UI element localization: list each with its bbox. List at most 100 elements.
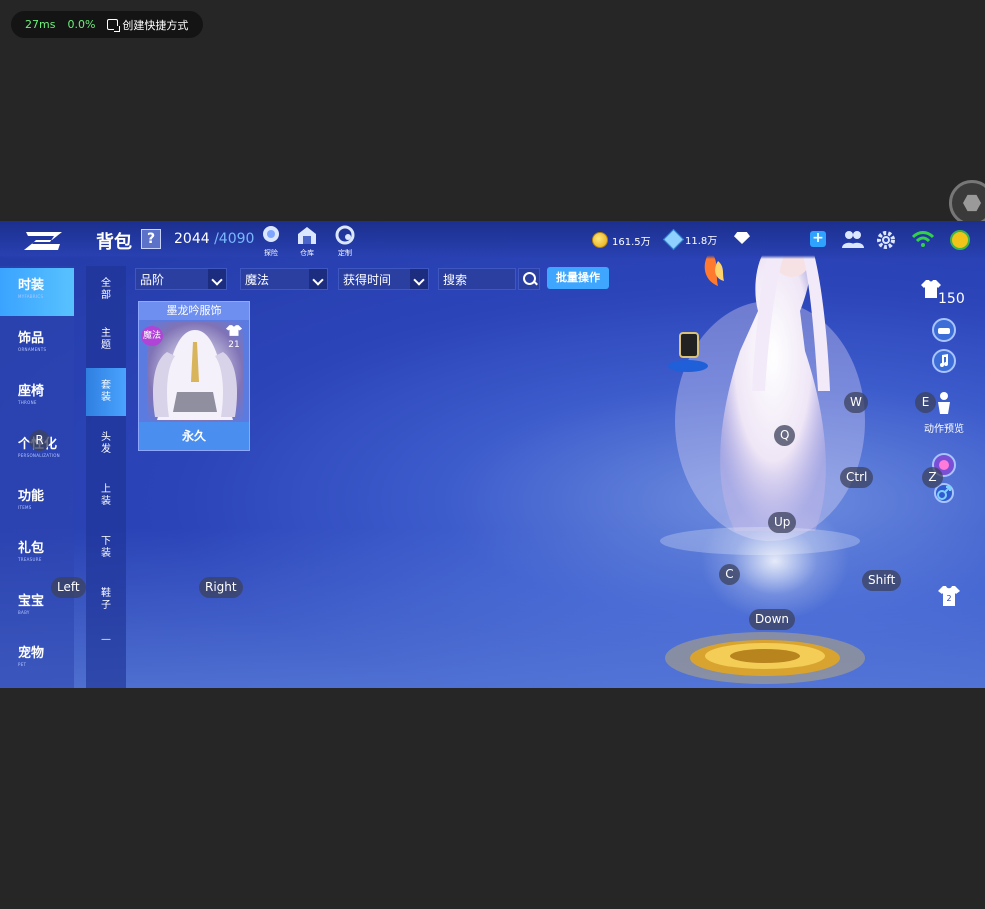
screen: { "overlay": { "latency": "27ms", "packe… — [0, 0, 985, 909]
wardrobe-count[interactable]: 150 — [920, 279, 968, 309]
item-type-badge: 魔法 — [141, 326, 163, 346]
key-w-chip[interactable]: W — [844, 392, 868, 413]
music-note-icon — [940, 354, 948, 367]
sidebar-item-sublabel: PET — [18, 662, 27, 667]
key-down-chip[interactable]: Down — [749, 609, 796, 630]
search-input[interactable]: 搜索 — [438, 268, 516, 290]
sidebar-item-label: 功能 — [18, 489, 45, 504]
tab-label: 下装 — [101, 536, 111, 559]
item-card[interactable]: 墨龙吟服饰 魔法 21 永久 — [138, 301, 250, 451]
key-up-chip[interactable]: Up — [768, 512, 797, 533]
chevron-down-icon — [208, 269, 226, 289]
car-icon — [938, 328, 950, 334]
tab-more[interactable]: — — [86, 616, 126, 664]
hexagon-icon — [963, 194, 981, 212]
ticket-amount: 11.8万 — [685, 236, 718, 247]
customize-icon — [335, 225, 355, 245]
key-e-chip[interactable]: E — [915, 392, 936, 413]
tab-theme[interactable]: 主题 — [86, 316, 126, 364]
item-count-value: 21 — [228, 340, 240, 350]
key-z-chip[interactable]: Z — [922, 467, 943, 488]
sidebar-item-label: 宠物 — [18, 646, 45, 661]
gold-currency: 161.5万 — [592, 232, 651, 248]
search-button[interactable] — [518, 268, 540, 290]
subcategory-column: 全部 主题 套装 头发 上装 下装 鞋子 — — [86, 266, 126, 688]
stage-platform — [665, 632, 865, 684]
key-shift-chip[interactable]: Shift — [862, 570, 902, 591]
sidebar-item-throne[interactable]: 座椅 THRONE — [0, 374, 74, 422]
type-dropdown[interactable]: 魔法 — [240, 268, 328, 290]
recharge-plus-button[interactable]: + — [810, 231, 826, 247]
tab-label: 上装 — [101, 484, 111, 507]
gold-amount: 161.5万 — [612, 236, 651, 248]
key-left-chip[interactable]: Left — [51, 577, 86, 598]
key-r-chip[interactable]: R — [29, 430, 50, 451]
person-icon — [938, 392, 950, 414]
action-preview-label: 动作预览 — [924, 424, 964, 435]
explore-button[interactable]: 探险 — [259, 225, 283, 257]
create-shortcut-label: 创建快捷方式 — [122, 18, 189, 32]
sidebar-item-label: 礼包 — [18, 541, 45, 556]
ticket-currency: 11.8万 — [662, 228, 718, 251]
help-button[interactable]: ? — [141, 229, 161, 249]
quality-dropdown[interactable]: 品阶 — [135, 268, 227, 290]
car-button[interactable] — [932, 318, 956, 342]
sidebar-item-treasure[interactable]: 礼包 TREASURE — [0, 531, 74, 579]
chevron-down-icon — [410, 269, 428, 289]
network-status-pill: 27ms 0.0% 创建快捷方式 — [11, 11, 203, 38]
tab-suit[interactable]: 套装 — [86, 368, 126, 416]
sort-dropdown-value: 获得时间 — [343, 273, 392, 287]
category-sidebar: 时装 MYFABRICS 饰品 ORNAMENTS 座椅 THRONE 个性化 … — [0, 266, 74, 688]
tab-label: — — [101, 634, 111, 645]
top-bar: 背包 ? 2044 /4090 探险 仓库 定制 161.5万 11.8万 + — [0, 221, 985, 259]
tab-label: 全部 — [101, 278, 111, 301]
wifi-icon — [911, 231, 935, 247]
male-symbol-icon — [937, 486, 951, 500]
sidebar-item-sublabel: MYFABRICS — [18, 294, 44, 299]
shirt-icon — [225, 325, 243, 336]
tab-hair[interactable]: 头发 — [86, 420, 126, 468]
outfit-slot-2-icon[interactable]: 2 — [936, 583, 962, 609]
shortcut-icon — [107, 19, 121, 32]
tab-top[interactable]: 上装 — [86, 472, 126, 520]
character-model — [660, 239, 865, 555]
packet-loss-label: 0.0% — [67, 18, 96, 31]
sidebar-item-sublabel: PERSONALIZATION — [18, 453, 60, 458]
sidebar-item-pet[interactable]: 宠物 PET — [0, 636, 74, 684]
sidebar-item-ornaments[interactable]: 饰品 ORNAMENTS — [0, 321, 74, 369]
key-c-chip[interactable]: C — [719, 564, 740, 585]
page-title: 背包 — [96, 232, 132, 253]
game-view[interactable]: 背包 ? 2044 /4090 探险 仓库 定制 161.5万 11.8万 + … — [0, 221, 985, 688]
gear-icon[interactable] — [876, 230, 896, 250]
diamond-icon[interactable] — [734, 232, 750, 244]
tab-all[interactable]: 全部 — [86, 266, 126, 314]
tab-label: 主题 — [101, 328, 111, 351]
customize-label: 定制 — [338, 249, 352, 257]
floating-menu-ball[interactable] — [949, 180, 985, 226]
key-ctrl-chip[interactable]: Ctrl — [840, 467, 874, 488]
chevron-down-icon — [309, 269, 327, 289]
tab-label: 套装 — [101, 380, 111, 403]
sidebar-item-sublabel: ORNAMENTS — [18, 347, 47, 352]
bag-capacity: 2044 /4090 — [174, 231, 254, 247]
warehouse-label: 仓库 — [300, 249, 314, 257]
warehouse-icon — [298, 227, 316, 244]
sort-dropdown[interactable]: 获得时间 — [338, 268, 429, 290]
friends-icon[interactable] — [842, 230, 864, 248]
key-right-chip[interactable]: Right — [199, 577, 243, 598]
sidebar-item-label: 饰品 — [18, 331, 45, 346]
sidebar-item-sublabel: THRONE — [18, 400, 37, 405]
sidebar-item-items[interactable]: 功能 ITEMS — [0, 479, 74, 527]
customize-button[interactable]: 定制 — [333, 225, 357, 257]
battery-icon — [950, 230, 970, 250]
sidebar-item-fashion[interactable]: 时装 MYFABRICS — [0, 268, 74, 316]
tab-bottom[interactable]: 下装 — [86, 524, 126, 572]
warehouse-button[interactable]: 仓库 — [295, 225, 319, 257]
music-button[interactable] — [932, 349, 956, 373]
tab-label: 头发 — [101, 432, 111, 455]
batch-operation-button[interactable]: 批量操作 — [547, 267, 609, 289]
sidebar-item-label: 座椅 — [18, 384, 45, 399]
explore-label: 探险 — [264, 249, 278, 257]
create-shortcut-button[interactable]: 创建快捷方式 — [107, 17, 188, 33]
sidebar-item-sublabel: ITEMS — [18, 505, 32, 510]
